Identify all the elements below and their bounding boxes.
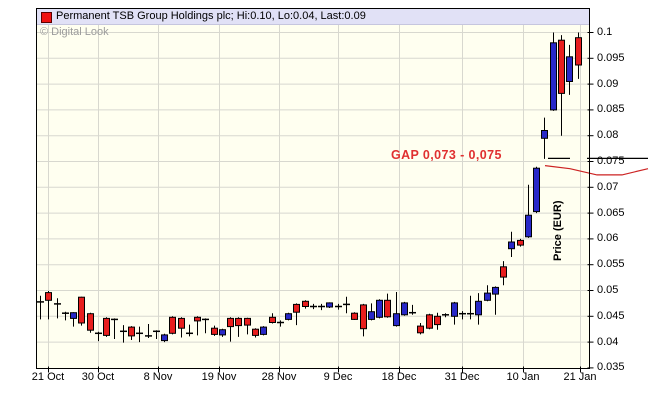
candle-body — [509, 242, 515, 249]
candle-body — [228, 318, 234, 326]
candle-body — [526, 215, 532, 237]
candle-body — [501, 267, 507, 277]
candle-body — [576, 38, 582, 65]
y-tick-label: 0.085 — [597, 104, 625, 115]
y-tick-label: 0.08 — [597, 130, 618, 141]
candle-body — [476, 301, 482, 315]
candle-body — [195, 317, 201, 321]
y-tick-label: 0.07 — [597, 182, 618, 193]
candle-body — [46, 293, 52, 301]
candle-body — [170, 317, 176, 333]
y-tick-label: 0.09 — [597, 79, 618, 90]
x-tick-label: 9 Dec — [324, 371, 353, 383]
candle-body — [567, 57, 573, 82]
candle-body — [559, 40, 565, 93]
candle-body — [394, 314, 400, 326]
candle-body — [179, 318, 185, 328]
candle-body — [518, 240, 524, 245]
candle-body — [361, 305, 367, 329]
candle-body — [435, 316, 441, 324]
y-tick-label: 0.05 — [597, 285, 618, 296]
candle-body — [261, 327, 267, 334]
x-tick-label: 10 Jan — [506, 371, 539, 383]
candle-body — [485, 293, 491, 300]
candle-body — [79, 297, 85, 323]
candle-body — [71, 313, 77, 319]
candle-body — [452, 303, 458, 316]
y-tick-label: 0.045 — [597, 311, 625, 322]
x-tick-label: 18 Dec — [382, 371, 417, 383]
candle-body — [162, 335, 168, 341]
candle-body — [402, 303, 408, 315]
y-axis-title: Price (EUR) — [552, 195, 564, 261]
candle-body — [493, 287, 499, 294]
candle-body — [542, 131, 548, 139]
candle-body — [104, 318, 110, 335]
y-tick-label: 0.095 — [597, 53, 625, 64]
candle-body — [534, 168, 540, 211]
y-tick-label: 0.06 — [597, 233, 618, 244]
chart-title-bar: Permanent TSB Group Holdings plc; Hi:0.1… — [37, 9, 589, 25]
x-tick-label: 21 Oct — [32, 371, 64, 383]
watermark: © Digital Look — [40, 26, 109, 38]
candle-body — [88, 314, 94, 331]
y-tick-label: 0.1 — [597, 27, 612, 38]
x-tick-label: 30 Oct — [82, 371, 114, 383]
x-tick-label: 8 Nov — [144, 371, 173, 383]
candle-body — [352, 313, 358, 319]
y-tick-label: 0.035 — [597, 362, 625, 373]
x-tick-label: 19 Nov — [202, 371, 237, 383]
candle-body — [236, 318, 242, 325]
y-tick-label: 0.055 — [597, 259, 625, 270]
x-tick-label: 28 Nov — [262, 371, 297, 383]
x-tick-label: 21 Jan — [563, 371, 596, 383]
x-tick-label: 31 Dec — [445, 371, 480, 383]
candle-body — [418, 326, 424, 333]
candle-body — [427, 315, 433, 328]
candle-body — [220, 330, 226, 335]
y-tick-label: 0.075 — [597, 156, 625, 167]
candle-body — [129, 327, 135, 336]
candle-body — [369, 312, 375, 320]
candle-body — [286, 314, 292, 320]
chart-title: Permanent TSB Group Holdings plc; Hi:0.1… — [56, 10, 366, 22]
gap-annotation: GAP 0,073 - 0,075 — [391, 148, 502, 162]
candle-body — [294, 304, 300, 312]
candle-body — [327, 303, 333, 307]
candle-body — [253, 329, 259, 335]
candle-body — [245, 318, 251, 325]
candle-body — [270, 317, 276, 322]
chart-window: Permanent TSB Group Holdings plc; Hi:0.1… — [0, 0, 650, 401]
y-tick-label: 0.04 — [597, 337, 618, 348]
candle-body — [551, 43, 557, 110]
candle-body — [303, 301, 309, 306]
plot-background — [37, 9, 590, 369]
candle-body — [212, 328, 218, 334]
y-tick-label: 0.065 — [597, 208, 625, 219]
candle-body — [377, 300, 383, 317]
candle-body — [385, 300, 391, 317]
series-marker-icon — [41, 12, 52, 23]
